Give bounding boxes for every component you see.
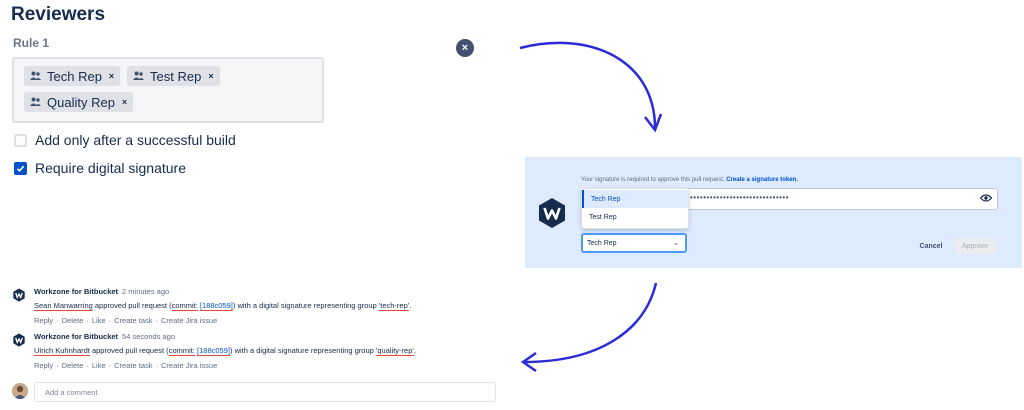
workzone-logo-icon — [13, 333, 25, 347]
reply-link[interactable]: Reply — [34, 361, 53, 370]
workzone-logo-icon — [539, 198, 565, 228]
dropdown-option-tech-rep[interactable]: Tech Rep — [582, 190, 688, 208]
create-task-link[interactable]: Create task — [114, 361, 152, 370]
reviewer-chip-test-rep: Test Rep × — [127, 66, 220, 86]
remove-chip-icon[interactable]: × — [109, 71, 114, 81]
commit-label: commit: — [171, 301, 198, 311]
reviewers-title: Reviewers — [11, 4, 106, 25]
chip-label: Quality Rep — [47, 94, 115, 110]
activity-group: 'quality-rep' — [375, 346, 414, 356]
approve-button[interactable]: Approve — [954, 238, 996, 254]
rule-label: Rule 1 — [13, 36, 50, 50]
author-name[interactable]: Workzone for Bitbucket — [34, 287, 118, 296]
cancel-button[interactable]: Cancel — [912, 238, 950, 254]
signature-message: Your signature is required to approve th… — [581, 177, 798, 183]
activity-end: . — [409, 301, 412, 310]
group-icon — [30, 97, 41, 106]
delete-link[interactable]: Delete — [62, 316, 84, 325]
activity-author: Workzone for Bitbucket 2 minutes ago — [34, 287, 169, 296]
checkmark-icon — [16, 165, 25, 172]
close-icon[interactable]: × — [456, 39, 474, 57]
option-digital-signature[interactable]: Require digital signature — [14, 160, 186, 176]
add-comment-input[interactable]: Add a comment — [34, 382, 496, 402]
commit-link[interactable]: [188c059] — [199, 301, 233, 311]
activity-text-before: approved pull request ( — [91, 346, 169, 355]
group-icon — [30, 71, 41, 80]
activity-actions: Reply · Delete · Like · Create task · Create Jir… — [34, 361, 218, 370]
activity-group: 'tech-rep' — [378, 301, 410, 311]
remove-chip-icon[interactable]: × — [208, 71, 213, 81]
activity-text-after: ) with a digital signature representing … — [229, 346, 374, 355]
activity-actions: Reply · Delete · Like · Create task · Create Jir… — [34, 316, 218, 325]
dropdown-option-test-rep[interactable]: Test Rep — [582, 208, 688, 226]
eye-icon[interactable] — [980, 193, 992, 203]
like-link[interactable]: Like — [92, 316, 106, 325]
like-link[interactable]: Like — [92, 361, 106, 370]
remove-chip-icon[interactable]: × — [122, 97, 127, 107]
delete-link[interactable]: Delete — [62, 361, 84, 370]
chip-label: Test Rep — [150, 68, 202, 84]
activity-end: . — [413, 346, 416, 355]
reviewer-chip-quality-rep: Quality Rep × — [24, 92, 134, 112]
reviewers-field[interactable]: Tech Rep × Test Rep × Quality Rep × — [12, 57, 324, 123]
commit-link[interactable]: [188c059] — [197, 346, 230, 356]
activity-author: Workzone for Bitbucket 54 seconds ago — [34, 332, 175, 341]
author-name[interactable]: Workzone for Bitbucket — [34, 332, 118, 341]
group-select-value: Tech Rep — [587, 239, 617, 247]
activity-text: Sean Manwarring approved pull request (c… — [34, 301, 412, 311]
create-task-link[interactable]: Create task — [114, 316, 152, 325]
activity-user[interactable]: Ulrich Kuhnhardt — [34, 346, 90, 356]
group-icon — [133, 71, 144, 80]
activity-text: Ulrich Kuhnhardt approved pull request (… — [34, 346, 416, 356]
option-label: Add only after a successful build — [35, 132, 236, 148]
arrowhead-icon — [520, 351, 537, 373]
curved-arrow-icon — [519, 41, 657, 129]
group-select[interactable]: Tech Rep ⌄ — [581, 233, 687, 253]
create-jira-issue-link[interactable]: Create Jira issue — [161, 361, 217, 370]
option-label: Require digital signature — [35, 160, 186, 176]
token-dots: •••••••••••••••••••••••••••••• — [690, 193, 790, 202]
user-avatar-icon — [12, 383, 28, 399]
activity-time: 2 minutes ago — [122, 287, 170, 296]
commit-label: commit: — [168, 346, 195, 356]
activity-time: 54 seconds ago — [122, 332, 176, 341]
chip-label: Tech Rep — [47, 68, 102, 84]
activity-user[interactable]: Sean Manwarring — [34, 301, 93, 311]
create-token-link[interactable]: Create a signature token. — [726, 177, 798, 183]
reviewer-chip-tech-rep: Tech Rep × — [24, 66, 121, 86]
curved-arrow-icon — [523, 282, 658, 364]
avatar — [12, 383, 28, 399]
activity-text-after: ) with a digital signature representing … — [232, 301, 377, 310]
group-dropdown-menu: Tech Rep Test Rep — [581, 188, 689, 229]
checkbox-checked[interactable] — [14, 161, 27, 175]
option-successful-build[interactable]: Add only after a successful build — [14, 132, 236, 148]
arrowhead-icon — [644, 113, 663, 133]
create-jira-issue-link[interactable]: Create Jira issue — [161, 316, 217, 325]
reply-link[interactable]: Reply — [34, 316, 53, 325]
signature-message-text: Your signature is required to approve th… — [581, 177, 725, 183]
chevron-down-icon: ⌄ — [673, 240, 679, 247]
checkbox[interactable] — [14, 133, 27, 147]
activity-text-before: approved pull request ( — [94, 301, 172, 310]
workzone-logo-icon — [13, 288, 25, 302]
